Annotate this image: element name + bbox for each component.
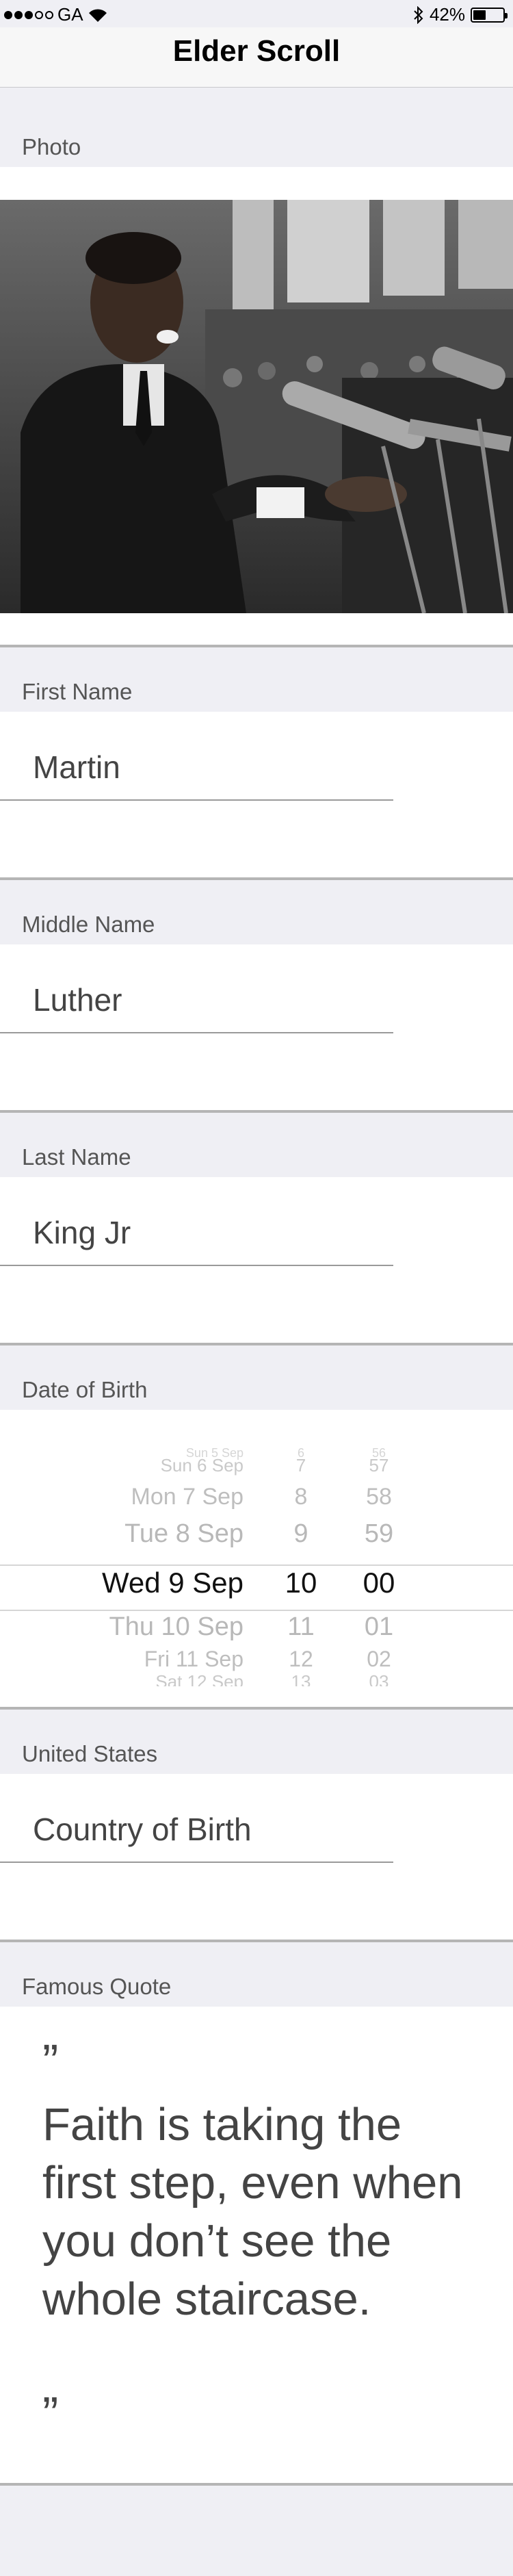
picker-date: Fri 11 Sep [144, 1647, 244, 1671]
famous-quote-text[interactable]: Faith is taking the first step, even whe… [42, 2096, 480, 2328]
first-name-value: Martin [33, 749, 120, 785]
country-of-birth-value: Country of Birth [33, 1812, 252, 1847]
close-quote-mark: ” [42, 2387, 59, 2440]
picker-minute: 59 [364, 1519, 394, 1548]
country-card: Country of Birth [0, 1774, 513, 1942]
navigation-bar: Elder Scroll [0, 27, 513, 88]
picker-hour: 10 [285, 1567, 317, 1599]
date-time-picker[interactable]: Sun 5 Sep 6 56 Sun 6 Sep 7 57 Mon 7 Sep 8 58 Tue … [0, 1440, 513, 1686]
picker-hour: 14 [280, 1682, 321, 1686]
country-section-label: United States [22, 1741, 158, 1766]
wifi-icon [88, 8, 107, 22]
middle-name-field[interactable]: Luther [0, 965, 393, 1033]
picker-date: Wed 9 Sep [101, 1567, 244, 1599]
battery-icon [471, 7, 508, 23]
date-of-birth-card: Sun 5 Sep 6 56 Sun 6 Sep 7 57 Mon 7 Sep 8 58 Tue … [0, 1410, 513, 1710]
picker-minute: 00 [363, 1567, 395, 1599]
picker-hour: 7 [295, 1455, 306, 1476]
picker-date: Sun 13 Sep [179, 1682, 244, 1686]
picker-date: Tue 8 Sep [124, 1519, 244, 1548]
middle-name-label: Middle Name [22, 912, 155, 937]
last-name-field[interactable]: King Jr [0, 1198, 393, 1266]
last-name-card: King Jr [0, 1177, 513, 1345]
picker-minute: 57 [369, 1455, 389, 1476]
picker-minute: 01 [364, 1612, 394, 1641]
first-name-field[interactable]: Martin [0, 732, 393, 801]
bluetooth-icon [414, 5, 423, 24]
picker-hour: 11 [287, 1612, 315, 1641]
carrier-name: GA [57, 4, 83, 25]
middle-name-card: Luther [0, 944, 513, 1113]
picker-date: Sun 6 Sep [160, 1455, 244, 1476]
date-of-birth-label: Date of Birth [22, 1377, 148, 1402]
open-quote-mark: ” [42, 2035, 59, 2088]
portrait-photo[interactable] [0, 200, 513, 613]
picker-date: Thu 10 Sep [109, 1612, 244, 1641]
picker-selection-top-line [0, 1564, 513, 1566]
famous-quote-label: Famous Quote [22, 1974, 172, 1999]
picker-hour: 12 [289, 1647, 313, 1671]
picker-hour: 9 [293, 1519, 308, 1548]
picker-minute: 58 [366, 1484, 392, 1510]
last-name-label: Last Name [22, 1144, 131, 1170]
battery-percent: 42% [429, 4, 465, 25]
signal-strength-icon [4, 10, 53, 19]
photo-card [0, 167, 513, 647]
middle-name-value: Luther [33, 982, 122, 1018]
picker-hour: 8 [294, 1484, 308, 1510]
picker-selection-bottom-line [0, 1610, 513, 1611]
page-title: Elder Scroll [172, 34, 341, 68]
picker-date: Mon 7 Sep [131, 1484, 244, 1510]
status-bar: GA 42% [0, 0, 513, 27]
photo-section-label: Photo [22, 134, 81, 159]
picker-minute: 04 [358, 1682, 399, 1686]
first-name-label: First Name [22, 679, 133, 704]
famous-quote-card: ” Faith is taking the first step, even w… [0, 2007, 513, 2486]
picker-minute: 02 [367, 1647, 391, 1671]
last-name-value: King Jr [33, 1215, 131, 1250]
first-name-card: Martin [0, 712, 513, 880]
country-of-birth-field[interactable]: Country of Birth [0, 1794, 393, 1863]
